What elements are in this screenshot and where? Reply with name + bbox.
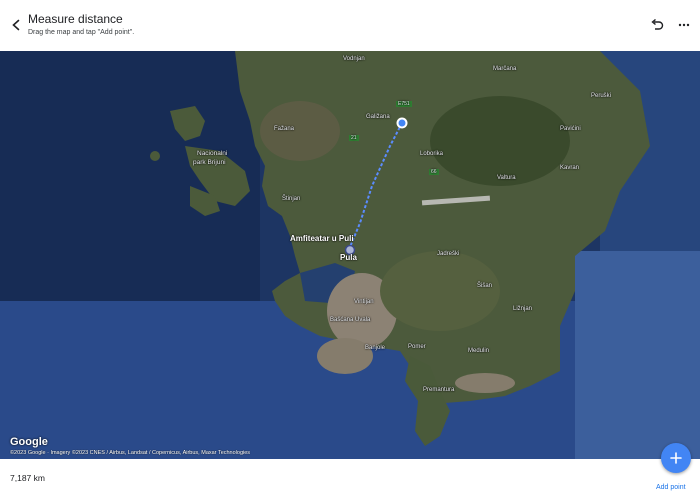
map-attribution[interactable]: ©2023 Google · Imagery ©2023 CNES / Airb… — [10, 450, 250, 456]
place-label: Štinjan — [282, 196, 301, 202]
add-point-button[interactable] — [661, 443, 691, 473]
place-label: Bašćana Uvala — [330, 317, 371, 323]
undo-button[interactable] — [648, 16, 666, 34]
place-label: Jadreški — [437, 251, 460, 257]
distance-readout: 7,187 km — [10, 473, 45, 483]
road-shield: E751 — [396, 101, 412, 107]
place-label: Loborika — [420, 151, 444, 157]
place-label: Fažana — [274, 126, 295, 132]
place-label: Kavran — [560, 165, 580, 171]
back-button[interactable] — [6, 14, 26, 36]
place-label: Premantura — [423, 387, 455, 393]
place-label: Marčana — [493, 66, 517, 72]
road-shield: 66 — [429, 169, 439, 175]
place-label: Pavićini — [560, 126, 581, 132]
app-header: Measure distance Drag the map and tap "A… — [0, 0, 700, 51]
more-options-button[interactable] — [675, 16, 693, 34]
road-shield: 21 — [349, 135, 359, 141]
place-label: Pomer — [408, 344, 426, 350]
place-label: Vodnjan — [343, 56, 365, 62]
place-label: Ližnjan — [513, 306, 533, 312]
place-label: Galižana — [366, 114, 390, 120]
place-label: Peruški — [591, 93, 612, 99]
page-subtitle: Drag the map and tap "Add point". — [28, 29, 135, 36]
place-label: park Brijuni — [193, 159, 226, 166]
plus-icon — [670, 452, 682, 464]
page-title: Measure distance — [28, 12, 123, 26]
place-label: Amfiteatar u Puli — [290, 234, 354, 243]
arrow-back-icon — [12, 19, 20, 31]
place-label: Medulin — [468, 348, 490, 354]
place-label: Šišan — [477, 283, 493, 289]
place-label: Banjole — [365, 345, 386, 351]
more-horizontal-icon — [678, 23, 690, 27]
satellite-map[interactable]: Vodnjan Marčana Peruški Fažana Galižana … — [0, 51, 700, 459]
place-label: Nacionalni — [197, 150, 228, 157]
google-logo: Google — [10, 436, 48, 448]
place-label: Valtura — [497, 175, 516, 181]
undo-icon — [651, 19, 664, 30]
place-label: Vintijan — [354, 299, 374, 305]
add-point-label[interactable]: Add point — [656, 484, 686, 491]
place-label: Pula — [340, 253, 357, 262]
